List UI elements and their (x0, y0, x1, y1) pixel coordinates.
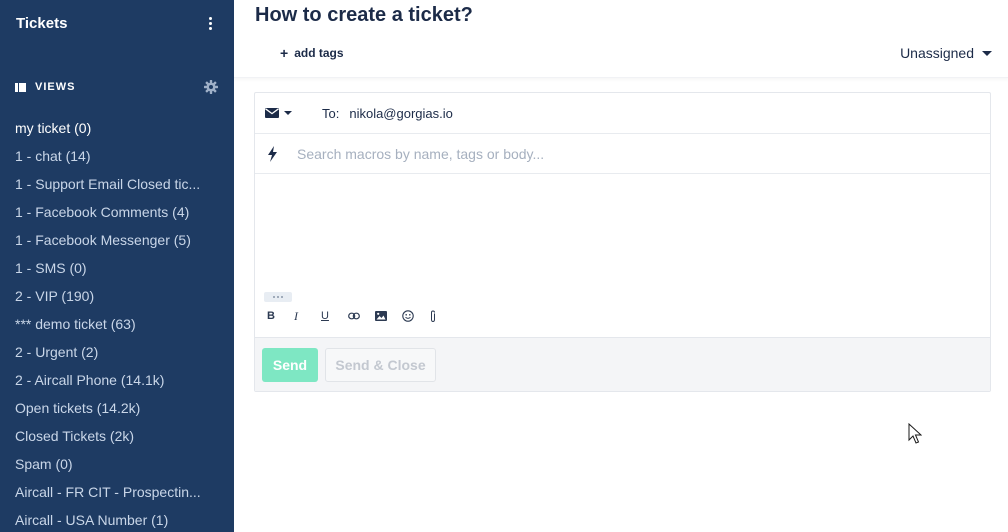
show-quoted-text-button[interactable] (264, 292, 292, 302)
lightning-bolt-icon (266, 145, 278, 163)
sidebar-item-aircall-fr-cit[interactable]: Aircall - FR CIT - Prospectin... (0, 478, 234, 506)
mouse-pointer-icon (908, 423, 922, 444)
to-label: To: (322, 105, 340, 121)
emoji-icon[interactable] (402, 307, 429, 325)
add-tags-label: add tags (294, 46, 344, 60)
sidebar-item-open-tickets[interactable]: Open tickets (14.2k) (0, 394, 234, 422)
italic-icon[interactable]: I (294, 307, 321, 325)
chevron-down-icon (284, 111, 292, 115)
sidebar-item-demo-ticket[interactable]: *** demo ticket (63) (0, 310, 234, 338)
sidebar-item-aircall-usa[interactable]: Aircall - USA Number (1) (0, 506, 234, 532)
chevron-down-icon (982, 50, 992, 56)
macro-search-row (255, 134, 990, 174)
assignee-dropdown[interactable]: Unassigned (900, 45, 992, 61)
recipient-field[interactable]: nikola@gorgias.io (349, 106, 453, 121)
formatting-toolbar: B I U (267, 307, 456, 325)
ticket-header: How to create a ticket? + add tags Unass… (234, 0, 1008, 78)
sidebar-item-urgent[interactable]: 2 - Urgent (2) (0, 338, 234, 366)
views-header: VIEWS (15, 78, 218, 96)
sidebar-item-spam[interactable]: Spam (0) (0, 450, 234, 478)
send-and-close-button[interactable]: Send & Close (325, 348, 436, 382)
add-tags-button[interactable]: + add tags (280, 46, 344, 60)
bold-icon[interactable]: B (267, 307, 294, 325)
sidebar-item-chat[interactable]: 1 - chat (14) (0, 142, 234, 170)
sidebar-item-support-email-closed[interactable]: 1 - Support Email Closed tic... (0, 170, 234, 198)
sidebar-item-facebook-messenger[interactable]: 1 - Facebook Messenger (5) (0, 226, 234, 254)
sidebar-header: Tickets (16, 13, 218, 33)
sidebar-item-my-ticket[interactable]: my ticket (0) (0, 114, 234, 142)
channel-selector[interactable] (265, 108, 292, 118)
views-list: my ticket (0) 1 - chat (14) 1 - Support … (0, 114, 234, 532)
attachment-icon[interactable] (429, 307, 456, 325)
send-button[interactable]: Send (262, 348, 318, 382)
ticket-title[interactable]: How to create a ticket? (255, 4, 473, 27)
plus-icon: + (280, 45, 289, 61)
link-icon[interactable] (348, 307, 375, 325)
kebab-icon[interactable] (202, 14, 218, 32)
sidebar-item-facebook-comments[interactable]: 1 - Facebook Comments (4) (0, 198, 234, 226)
views-list-icon (15, 82, 26, 92)
sidebar-item-closed-tickets[interactable]: Closed Tickets (2k) (0, 422, 234, 450)
message-editor[interactable] (255, 174, 990, 289)
composer-footer: Send Send & Close (255, 337, 990, 391)
gear-icon[interactable] (204, 80, 218, 94)
macro-search-input[interactable] (297, 145, 897, 162)
views-label: VIEWS (35, 81, 76, 93)
sidebar-title: Tickets (16, 14, 68, 32)
sidebar-item-sms[interactable]: 1 - SMS (0) (0, 254, 234, 282)
sidebar-item-vip[interactable]: 2 - VIP (190) (0, 282, 234, 310)
envelope-icon (265, 108, 279, 118)
image-icon[interactable] (375, 307, 402, 325)
sidebar-item-aircall-phone[interactable]: 2 - Aircall Phone (14.1k) (0, 366, 234, 394)
assignee-label: Unassigned (900, 45, 974, 61)
underline-icon[interactable]: U (321, 307, 348, 325)
recipient-row: To: nikola@gorgias.io (255, 93, 990, 134)
sidebar: Tickets VIEWS my ticket (0) 1 - chat (14… (0, 0, 234, 532)
ticket-main: How to create a ticket? + add tags Unass… (234, 0, 1008, 532)
reply-composer: To: nikola@gorgias.io B I U (254, 92, 991, 392)
